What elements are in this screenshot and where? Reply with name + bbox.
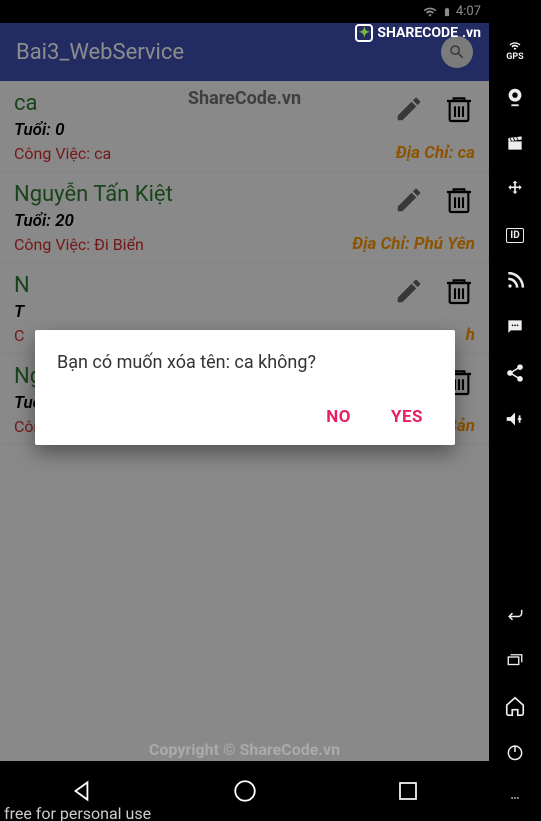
tool-power-button[interactable] xyxy=(489,729,541,775)
return-arrow-icon xyxy=(503,604,527,624)
circle-home-icon xyxy=(232,778,258,804)
home-icon xyxy=(504,695,526,717)
square-recent-icon xyxy=(396,779,420,803)
tool-volume-button[interactable] xyxy=(489,396,541,442)
tool-more-button[interactable] xyxy=(489,775,541,821)
wifi-signal-icon xyxy=(506,40,524,52)
sms-icon xyxy=(505,317,525,337)
tool-clapper-button[interactable] xyxy=(489,120,541,166)
rss-icon xyxy=(505,271,525,291)
dialog-message: Bạn có muốn xóa tên: ca không? xyxy=(57,352,433,373)
tool-home-button[interactable] xyxy=(489,683,541,729)
tool-multitask-button[interactable] xyxy=(489,637,541,683)
android-nav-bar xyxy=(0,761,489,821)
emulator-toolbar: GPS ID xyxy=(489,0,541,821)
confirm-delete-dialog: Bạn có muốn xóa tên: ca không? NO YES xyxy=(35,330,455,445)
windows-stack-icon xyxy=(504,651,526,669)
triangle-back-icon xyxy=(69,778,95,804)
dialog-no-button[interactable]: NO xyxy=(326,407,351,427)
clapperboard-icon xyxy=(505,133,525,153)
tool-share-button[interactable] xyxy=(489,350,541,396)
nav-recent-button[interactable] xyxy=(388,771,428,811)
share-icon xyxy=(505,363,525,383)
dots-horizontal-icon xyxy=(504,793,526,803)
nav-home-button[interactable] xyxy=(225,771,265,811)
id-badge-icon: ID xyxy=(506,228,523,243)
dialog-yes-button[interactable]: YES xyxy=(391,407,423,427)
tool-move-button[interactable] xyxy=(489,166,541,212)
tool-gps-button[interactable]: GPS xyxy=(489,28,541,74)
tool-sms-button[interactable] xyxy=(489,304,541,350)
webcam-icon xyxy=(504,86,526,108)
volume-up-icon xyxy=(504,408,526,430)
tool-camera-button[interactable] xyxy=(489,74,541,120)
tool-rss-button[interactable] xyxy=(489,258,541,304)
tool-id-button[interactable]: ID xyxy=(489,212,541,258)
tool-android-back-button[interactable] xyxy=(489,591,541,637)
move-arrows-icon xyxy=(505,179,525,199)
power-icon xyxy=(505,742,525,762)
nav-back-button[interactable] xyxy=(62,771,102,811)
